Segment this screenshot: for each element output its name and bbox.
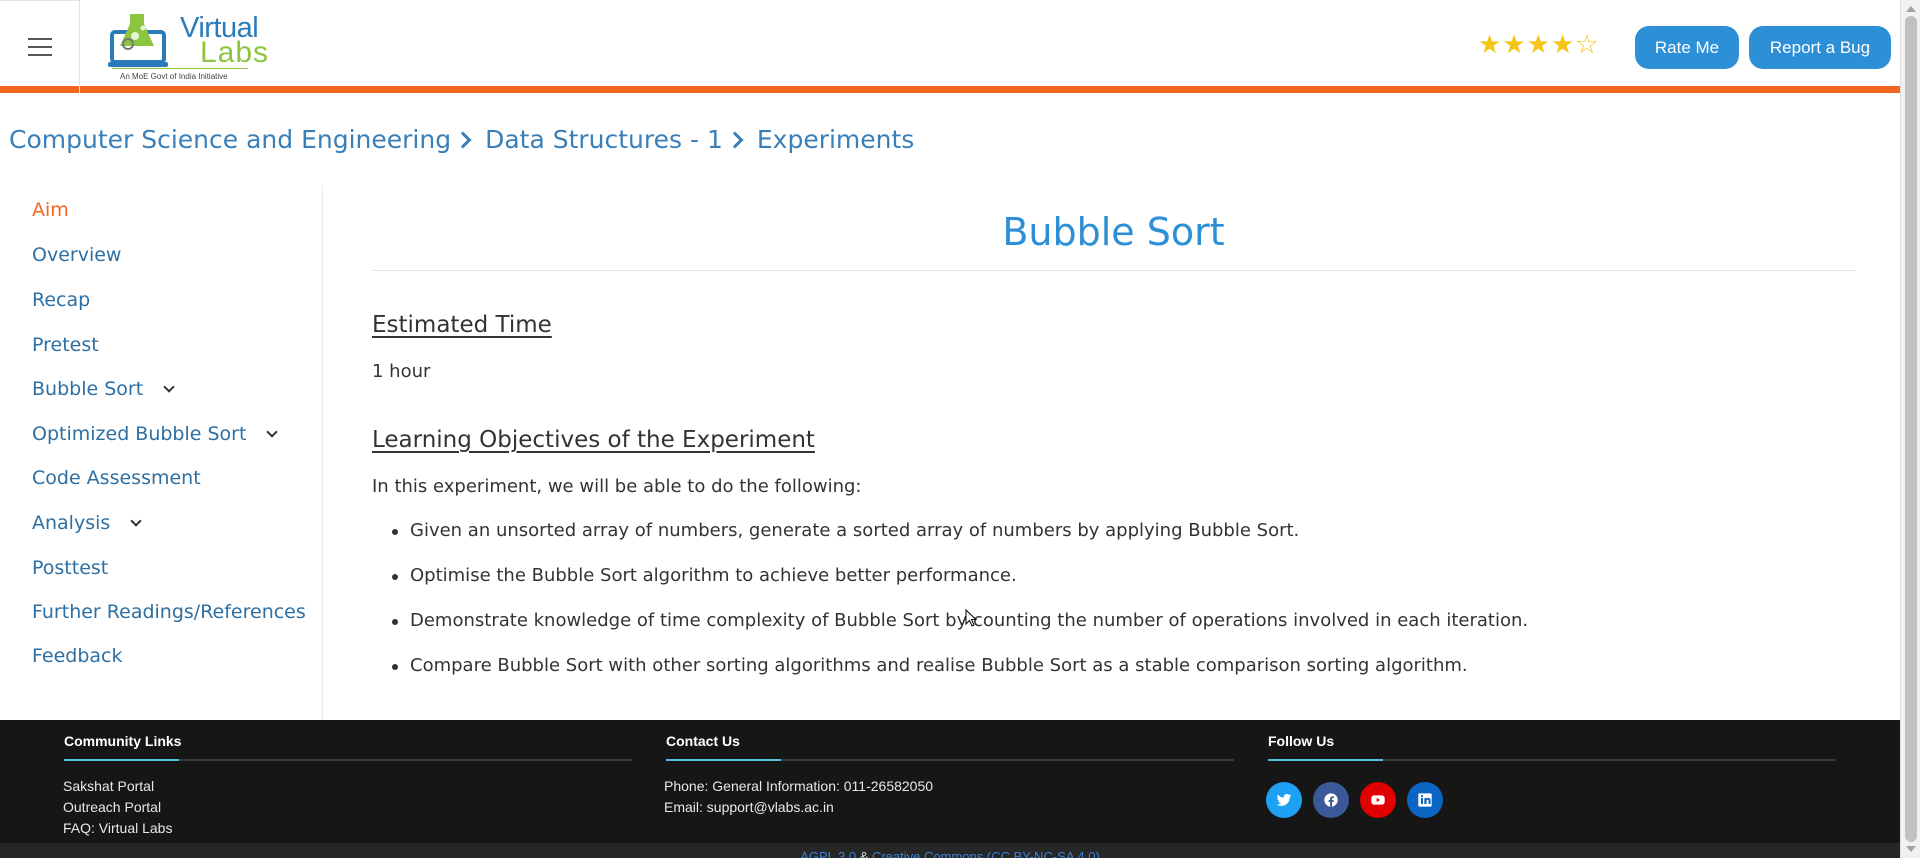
objectives-heading: Learning Objectives of the Experiment (372, 427, 815, 453)
rating-stars[interactable]: ★ ★ ★ ★ ☆ (1478, 32, 1599, 58)
breadcrumb-discipline[interactable]: Computer Science and Engineering (9, 125, 451, 154)
twitter-icon[interactable] (1266, 782, 1302, 818)
chevron-down-icon[interactable] (266, 426, 279, 438)
breadcrumb-lab[interactable]: Data Structures - 1 (485, 125, 723, 154)
sidebar-nav: Aim Overview Recap Pretest Bubble Sort O… (0, 185, 323, 720)
youtube-icon[interactable] (1360, 782, 1396, 818)
scroll-down-icon[interactable] (1906, 846, 1916, 852)
sidebar-item-label: Posttest (32, 557, 109, 579)
sidebar-item-label: Aim (32, 199, 69, 221)
star-filled-icon[interactable]: ★ (1527, 32, 1550, 58)
title-divider (372, 270, 1855, 271)
facebook-icon[interactable] (1313, 782, 1349, 818)
site-header: Virtual Labs An MoE Govt of India Initia… (0, 0, 1900, 93)
sidebar-item-posttest[interactable]: Posttest (32, 557, 108, 579)
contact-email[interactable]: Email: support@vlabs.ac.in (664, 799, 834, 815)
list-item: Compare Bubble Sort with other sorting a… (391, 655, 1528, 700)
breadcrumb: Computer Science and Engineering Data St… (9, 125, 914, 154)
outreach-portal-link[interactable]: Outreach Portal (63, 799, 161, 815)
sakshat-portal-link[interactable]: Sakshat Portal (63, 778, 154, 794)
sidebar-item-label: Recap (32, 289, 91, 311)
list-item: Given an unsorted array of numbers, gene… (391, 520, 1528, 565)
sidebar-item-feedback[interactable]: Feedback (32, 645, 122, 667)
sidebar-item-bubble-sort[interactable]: Bubble Sort (32, 378, 175, 400)
estimated-time-heading: Estimated Time (372, 312, 552, 338)
sidebar-item-optimized-bubble-sort[interactable]: Optimized Bubble Sort (32, 423, 279, 445)
page-scrollbar[interactable] (1900, 0, 1920, 858)
sidebar-item-aim[interactable]: Aim (32, 199, 69, 221)
sidebar-item-overview[interactable]: Overview (32, 244, 121, 266)
linkedin-icon[interactable] (1407, 782, 1443, 818)
chevron-right-icon (454, 131, 472, 148)
sidebar-item-pretest[interactable]: Pretest (32, 334, 99, 356)
list-item: Optimise the Bubble Sort algorithm to ac… (391, 565, 1528, 610)
faq-link[interactable]: FAQ: Virtual Labs (63, 820, 172, 836)
sidebar-item-recap[interactable]: Recap (32, 289, 90, 311)
sidebar-item-label: Overview (32, 244, 122, 266)
estimated-time-value: 1 hour (372, 361, 431, 382)
scroll-up-icon[interactable] (1906, 6, 1916, 12)
sidebar-item-label: Optimized Bubble Sort (32, 423, 247, 445)
logo-tagline: An MoE Govt of India Initiative (120, 72, 228, 81)
breadcrumb-experiments[interactable]: Experiments (757, 125, 914, 154)
logo-text-labs: Labs (200, 36, 270, 69)
star-filled-icon[interactable]: ★ (1551, 32, 1574, 58)
report-bug-button[interactable]: Report a Bug (1749, 26, 1891, 69)
chevron-down-icon[interactable] (163, 381, 175, 393)
menu-button[interactable] (0, 0, 80, 93)
license-separator: & (859, 849, 869, 858)
sidebar-item-label: Feedback (32, 645, 123, 667)
sidebar-item-further-readings[interactable]: Further Readings/References (32, 601, 306, 623)
mouse-cursor-icon (965, 609, 977, 627)
contact-us-title: Contact Us (666, 733, 740, 749)
site-footer: Community Links Sakshat Portal Outreach … (0, 720, 1900, 858)
star-empty-icon[interactable]: ☆ (1575, 32, 1598, 58)
sidebar-item-label: Further Readings/References (32, 601, 306, 623)
contact-phone: Phone: General Information: 011-26582050 (664, 778, 934, 794)
sidebar-item-code-assessment[interactable]: Code Assessment (32, 467, 201, 489)
sidebar-item-label: Analysis (32, 512, 111, 534)
rate-me-button[interactable]: Rate Me (1635, 26, 1739, 69)
footer-divider (64, 759, 632, 761)
footer-divider (666, 759, 1234, 761)
star-filled-icon[interactable]: ★ (1478, 32, 1501, 58)
hamburger-icon (27, 35, 52, 59)
creative-commons-link[interactable]: Creative Commons (CC BY-NC-SA 4.0) (872, 849, 1100, 858)
agpl-license-link[interactable]: AGPL 3.0 (800, 849, 856, 858)
community-links-title: Community Links (64, 733, 182, 749)
page-title: Bubble Sort (1002, 210, 1225, 254)
sidebar-item-label: Code Assessment (32, 467, 201, 489)
sidebar-item-analysis[interactable]: Analysis (32, 512, 142, 534)
follow-us-title: Follow Us (1268, 733, 1335, 749)
logo-divider (112, 68, 248, 69)
objectives-intro: In this experiment, we will be able to d… (372, 476, 862, 497)
chevron-down-icon[interactable] (130, 515, 142, 527)
sidebar-item-label: Pretest (32, 334, 99, 356)
footer-divider (1268, 759, 1836, 761)
license-bar: AGPL 3.0 & Creative Commons (CC BY-NC-SA… (0, 843, 1900, 858)
scrollbar-thumb[interactable] (1905, 16, 1917, 842)
star-filled-icon[interactable]: ★ (1502, 32, 1525, 58)
chevron-right-icon (726, 131, 744, 148)
sidebar-item-label: Bubble Sort (32, 378, 144, 400)
